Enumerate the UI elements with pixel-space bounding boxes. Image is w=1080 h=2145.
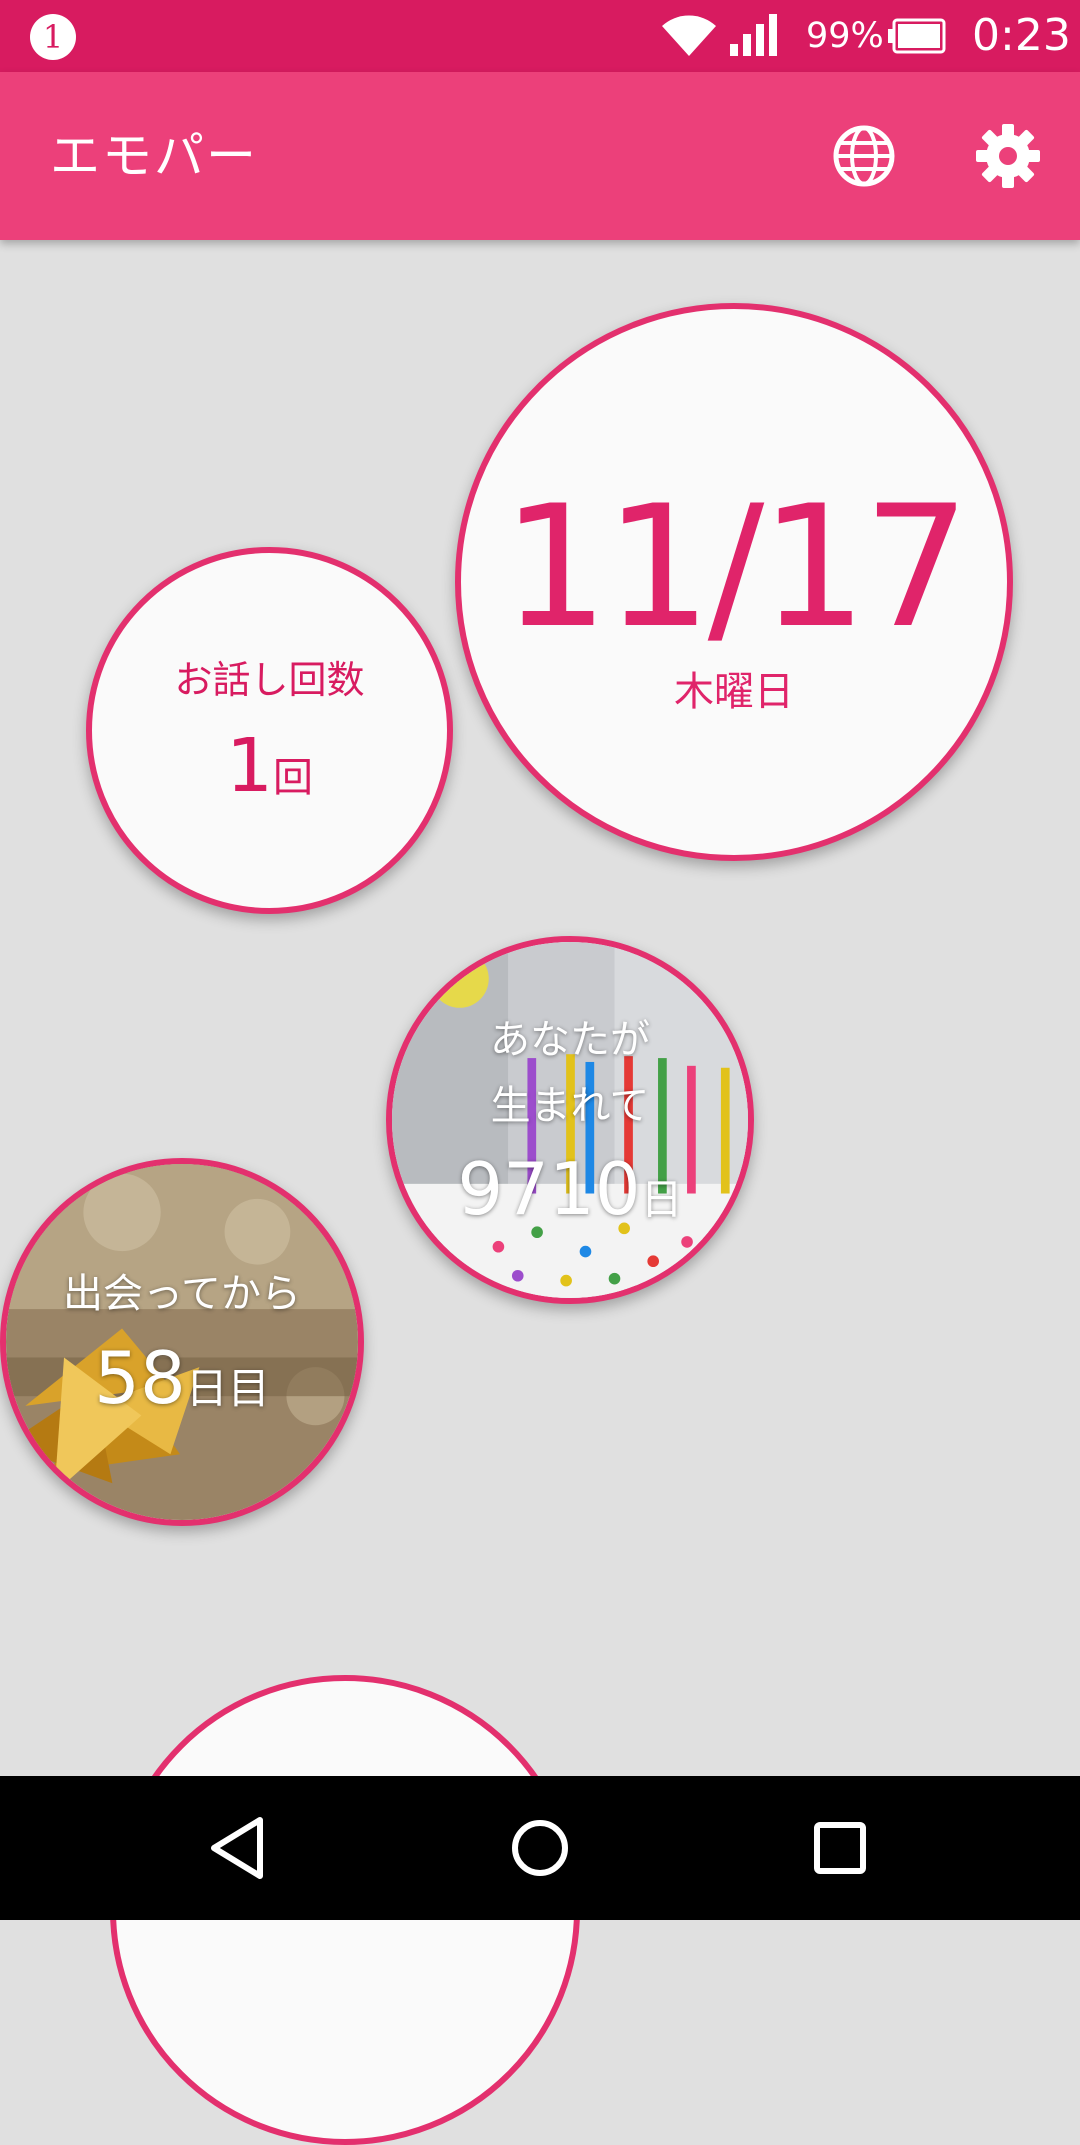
home-icon[interactable] bbox=[500, 1808, 580, 1888]
talk-count-value-row: 1回 bbox=[92, 721, 447, 823]
battery-icon bbox=[888, 18, 946, 54]
met-since-bubble[interactable]: 出会ってから 58日目 bbox=[0, 1158, 364, 1526]
battery-percent: 99% bbox=[806, 16, 884, 56]
met-since-days-row: 58日目 bbox=[6, 1336, 358, 1431]
back-icon[interactable] bbox=[200, 1808, 280, 1888]
signal-icon bbox=[730, 14, 777, 56]
talk-count-value: 1 bbox=[225, 723, 274, 809]
talk-count-bubble[interactable]: お話し回数 1回 bbox=[86, 547, 453, 914]
birthday-days-value: 9710 bbox=[457, 1147, 641, 1231]
notification-badge: 1 bbox=[30, 14, 76, 60]
app-bar: エモパー bbox=[0, 72, 1080, 240]
wifi-icon bbox=[662, 15, 716, 56]
birthday-line1: あなたが bbox=[490, 1017, 650, 1063]
met-since-days-value: 58 bbox=[94, 1336, 186, 1420]
birthday-days-row: 9710日 bbox=[392, 1147, 748, 1242]
birthday-line2: 生まれて bbox=[490, 1083, 650, 1129]
clock: 0:23 bbox=[972, 10, 1071, 61]
status-bar: 1 99% 0:23 bbox=[0, 0, 1080, 72]
talk-count-label: お話し回数 bbox=[174, 658, 365, 702]
met-since-label: 出会ってから bbox=[63, 1271, 301, 1317]
birthday-days-unit: 日 bbox=[640, 1175, 683, 1224]
met-since-days-unit: 日目 bbox=[185, 1364, 270, 1413]
date-value: 11/17 bbox=[501, 469, 970, 665]
recents-icon[interactable] bbox=[800, 1808, 880, 1888]
date-bubble[interactable]: 11/17 木曜日 bbox=[455, 303, 1013, 861]
app-title: エモパー bbox=[50, 127, 258, 185]
weekday-label: 木曜日 bbox=[674, 669, 794, 715]
globe-icon[interactable] bbox=[818, 110, 910, 202]
talk-count-unit: 回 bbox=[273, 755, 314, 801]
gear-icon[interactable] bbox=[962, 110, 1054, 202]
navigation-bar bbox=[0, 1776, 1080, 1920]
birthday-bubble[interactable]: あなたが 生まれて 9710日 bbox=[386, 936, 754, 1304]
